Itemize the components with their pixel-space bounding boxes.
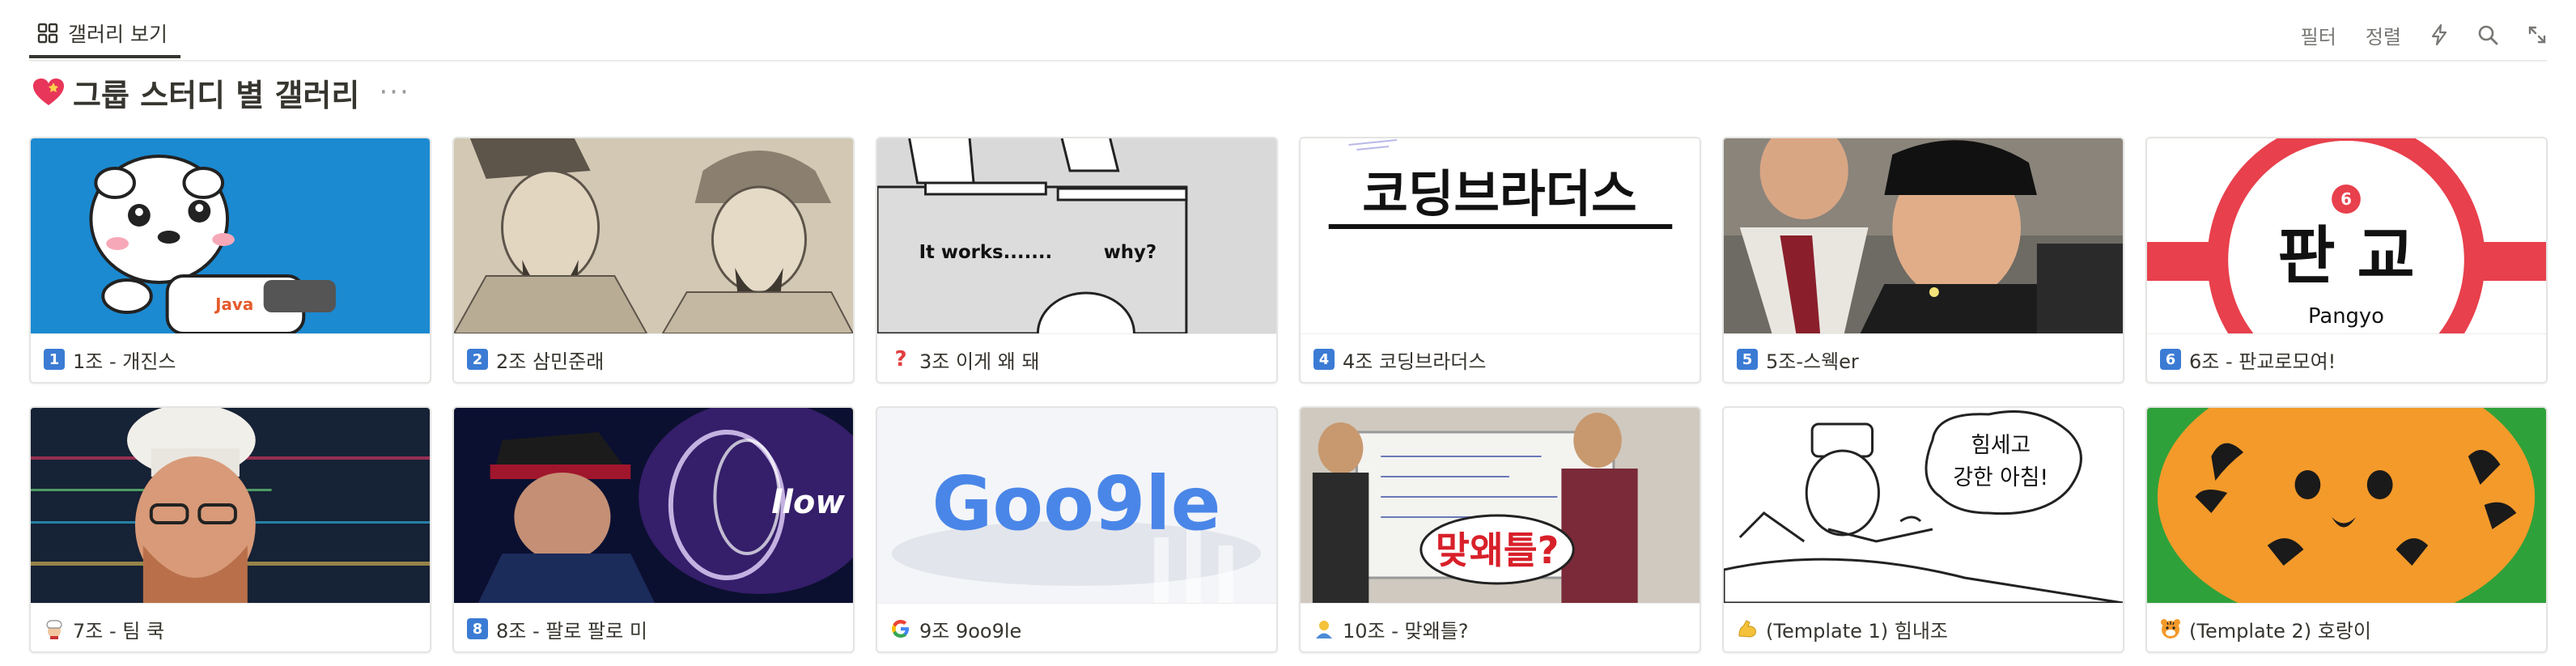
card-cover-image bbox=[454, 138, 853, 334]
view-toolbar: 갤러리 보기 필터 정렬 bbox=[29, 11, 2547, 62]
card-cover-image: Goo9le bbox=[877, 408, 1276, 604]
database-title-row: 그룹 스터디 별 갤러리 ··· bbox=[32, 68, 410, 117]
gallery-card[interactable]: 2 2조 삼민준래 bbox=[452, 137, 855, 384]
card-title: 4조 코딩브라더스 bbox=[1343, 350, 1487, 373]
card-cover-image bbox=[31, 408, 430, 604]
station-name-korean: 판 교 bbox=[2277, 220, 2414, 293]
keycap-5-icon: 5 bbox=[1737, 349, 1758, 370]
station-name-english: Pangyo bbox=[2308, 304, 2384, 329]
card-title: 2조 삼민준래 bbox=[496, 350, 605, 373]
card-title: 6조 - 판교로모여! bbox=[2189, 350, 2336, 373]
java-logo-text: Java bbox=[214, 295, 253, 314]
expand-icon[interactable] bbox=[2527, 25, 2547, 45]
google-g-icon bbox=[890, 618, 911, 639]
keycap-2-icon: 2 bbox=[467, 349, 488, 370]
keycap-8-icon: 8 bbox=[467, 618, 488, 639]
speech-bubble-text: 맞왜틀? bbox=[1436, 528, 1559, 572]
gallery-card[interactable]: Goo9le 9조 9oo9le bbox=[876, 406, 1278, 653]
gallery-card[interactable]: 7조 - 팀 쿡 bbox=[29, 406, 431, 653]
question-mark-icon: ? bbox=[894, 347, 907, 371]
card-cover-image: 힘세고 강한 아침! bbox=[1724, 408, 2123, 604]
card-cover-image: It works....... why? bbox=[877, 138, 1276, 334]
gallery-card[interactable]: llow Me 8 8조 - 팔로 팔로 미 bbox=[452, 406, 855, 653]
card-title: (Template 2) 호랑이 bbox=[2189, 619, 2372, 643]
tiger-face-icon bbox=[2160, 618, 2181, 639]
flexed-biceps-icon bbox=[1737, 618, 1758, 639]
more-options-button[interactable]: ··· bbox=[379, 76, 410, 108]
card-title: 7조 - 팀 쿡 bbox=[73, 619, 165, 643]
card-cover-image: Java bbox=[31, 138, 430, 334]
card-cover-image: llow Me bbox=[454, 408, 853, 604]
card-cover-image: 6 판 교 Pangyo bbox=[2147, 138, 2546, 334]
search-icon[interactable] bbox=[2477, 24, 2498, 45]
comic-text-why: why? bbox=[1104, 242, 1156, 263]
tab-gallery-view[interactable]: 갤러리 보기 bbox=[29, 11, 180, 58]
gallery-card[interactable]: 코딩브라더스 4 4조 코딩브라더스 bbox=[1299, 137, 1701, 384]
keycap-4-icon: 4 bbox=[1313, 349, 1335, 370]
gallery-card[interactable]: It works....... why? ? 3조 이게 왜 돼 bbox=[876, 137, 1278, 384]
line-number-badge: 6 bbox=[2340, 190, 2352, 209]
speech-text-line-1: 힘세고 bbox=[1971, 433, 2031, 458]
card-cover-image bbox=[1724, 138, 2123, 334]
gallery-card[interactable]: 맞왜틀? 10조 - 맞왜틀? bbox=[1299, 406, 1701, 653]
card-cover-image: 맞왜틀? bbox=[1301, 408, 1700, 604]
coding-brothers-logo: 코딩브라더스 bbox=[1362, 165, 1636, 223]
filter-button[interactable]: 필터 bbox=[2301, 21, 2336, 49]
tab-label: 갤러리 보기 bbox=[68, 23, 168, 46]
keycap-6-icon: 6 bbox=[2160, 349, 2181, 370]
card-title: 8조 - 팔로 팔로 미 bbox=[496, 619, 647, 643]
card-title: 1조 - 개진스 bbox=[73, 350, 176, 373]
speech-text-line-2: 강한 아침! bbox=[1953, 465, 2048, 490]
gallery-card[interactable]: (Template 2) 호랑이 bbox=[2145, 406, 2548, 653]
card-cover-image bbox=[2147, 408, 2546, 604]
card-title: 3조 이게 왜 돼 bbox=[919, 350, 1040, 373]
card-title: (Template 1) 힘내조 bbox=[1766, 619, 1949, 643]
keycap-1-icon: 1 bbox=[44, 349, 65, 370]
chef-icon bbox=[44, 618, 65, 639]
gallery-card[interactable]: 5 5조-스웩er bbox=[1722, 137, 2124, 384]
gallery-card[interactable]: 힘세고 강한 아침! (Template 1) 힘내조 bbox=[1722, 406, 2124, 653]
sort-button[interactable]: 정렬 bbox=[2366, 21, 2401, 49]
card-title: 5조-스웩er bbox=[1766, 350, 1859, 373]
comic-text-it-works: It works....... bbox=[919, 242, 1053, 263]
heart-icon bbox=[32, 78, 65, 107]
gallery-card[interactable]: Java 1 1조 - 개진스 bbox=[29, 137, 431, 384]
page-title: 그룹 스터디 별 갤러리 bbox=[73, 77, 360, 113]
gallery-grid: Java 1 1조 - 개진스 2 2조 삼민준래 It works......… bbox=[29, 137, 2548, 653]
person-icon bbox=[1313, 618, 1335, 639]
google-logo-text: Goo9le bbox=[932, 460, 1221, 547]
gallery-card[interactable]: 6 판 교 Pangyo 6 6조 - 판교로모여! bbox=[2145, 137, 2548, 384]
lightning-icon[interactable] bbox=[2430, 24, 2448, 45]
follow-me-text: llow Me bbox=[771, 484, 853, 521]
card-title: 9조 9oo9le bbox=[919, 619, 1022, 643]
gallery-grid-icon bbox=[37, 23, 58, 44]
card-title: 10조 - 맞왜틀? bbox=[1343, 619, 1469, 643]
card-cover-image: 코딩브라더스 bbox=[1301, 138, 1700, 334]
